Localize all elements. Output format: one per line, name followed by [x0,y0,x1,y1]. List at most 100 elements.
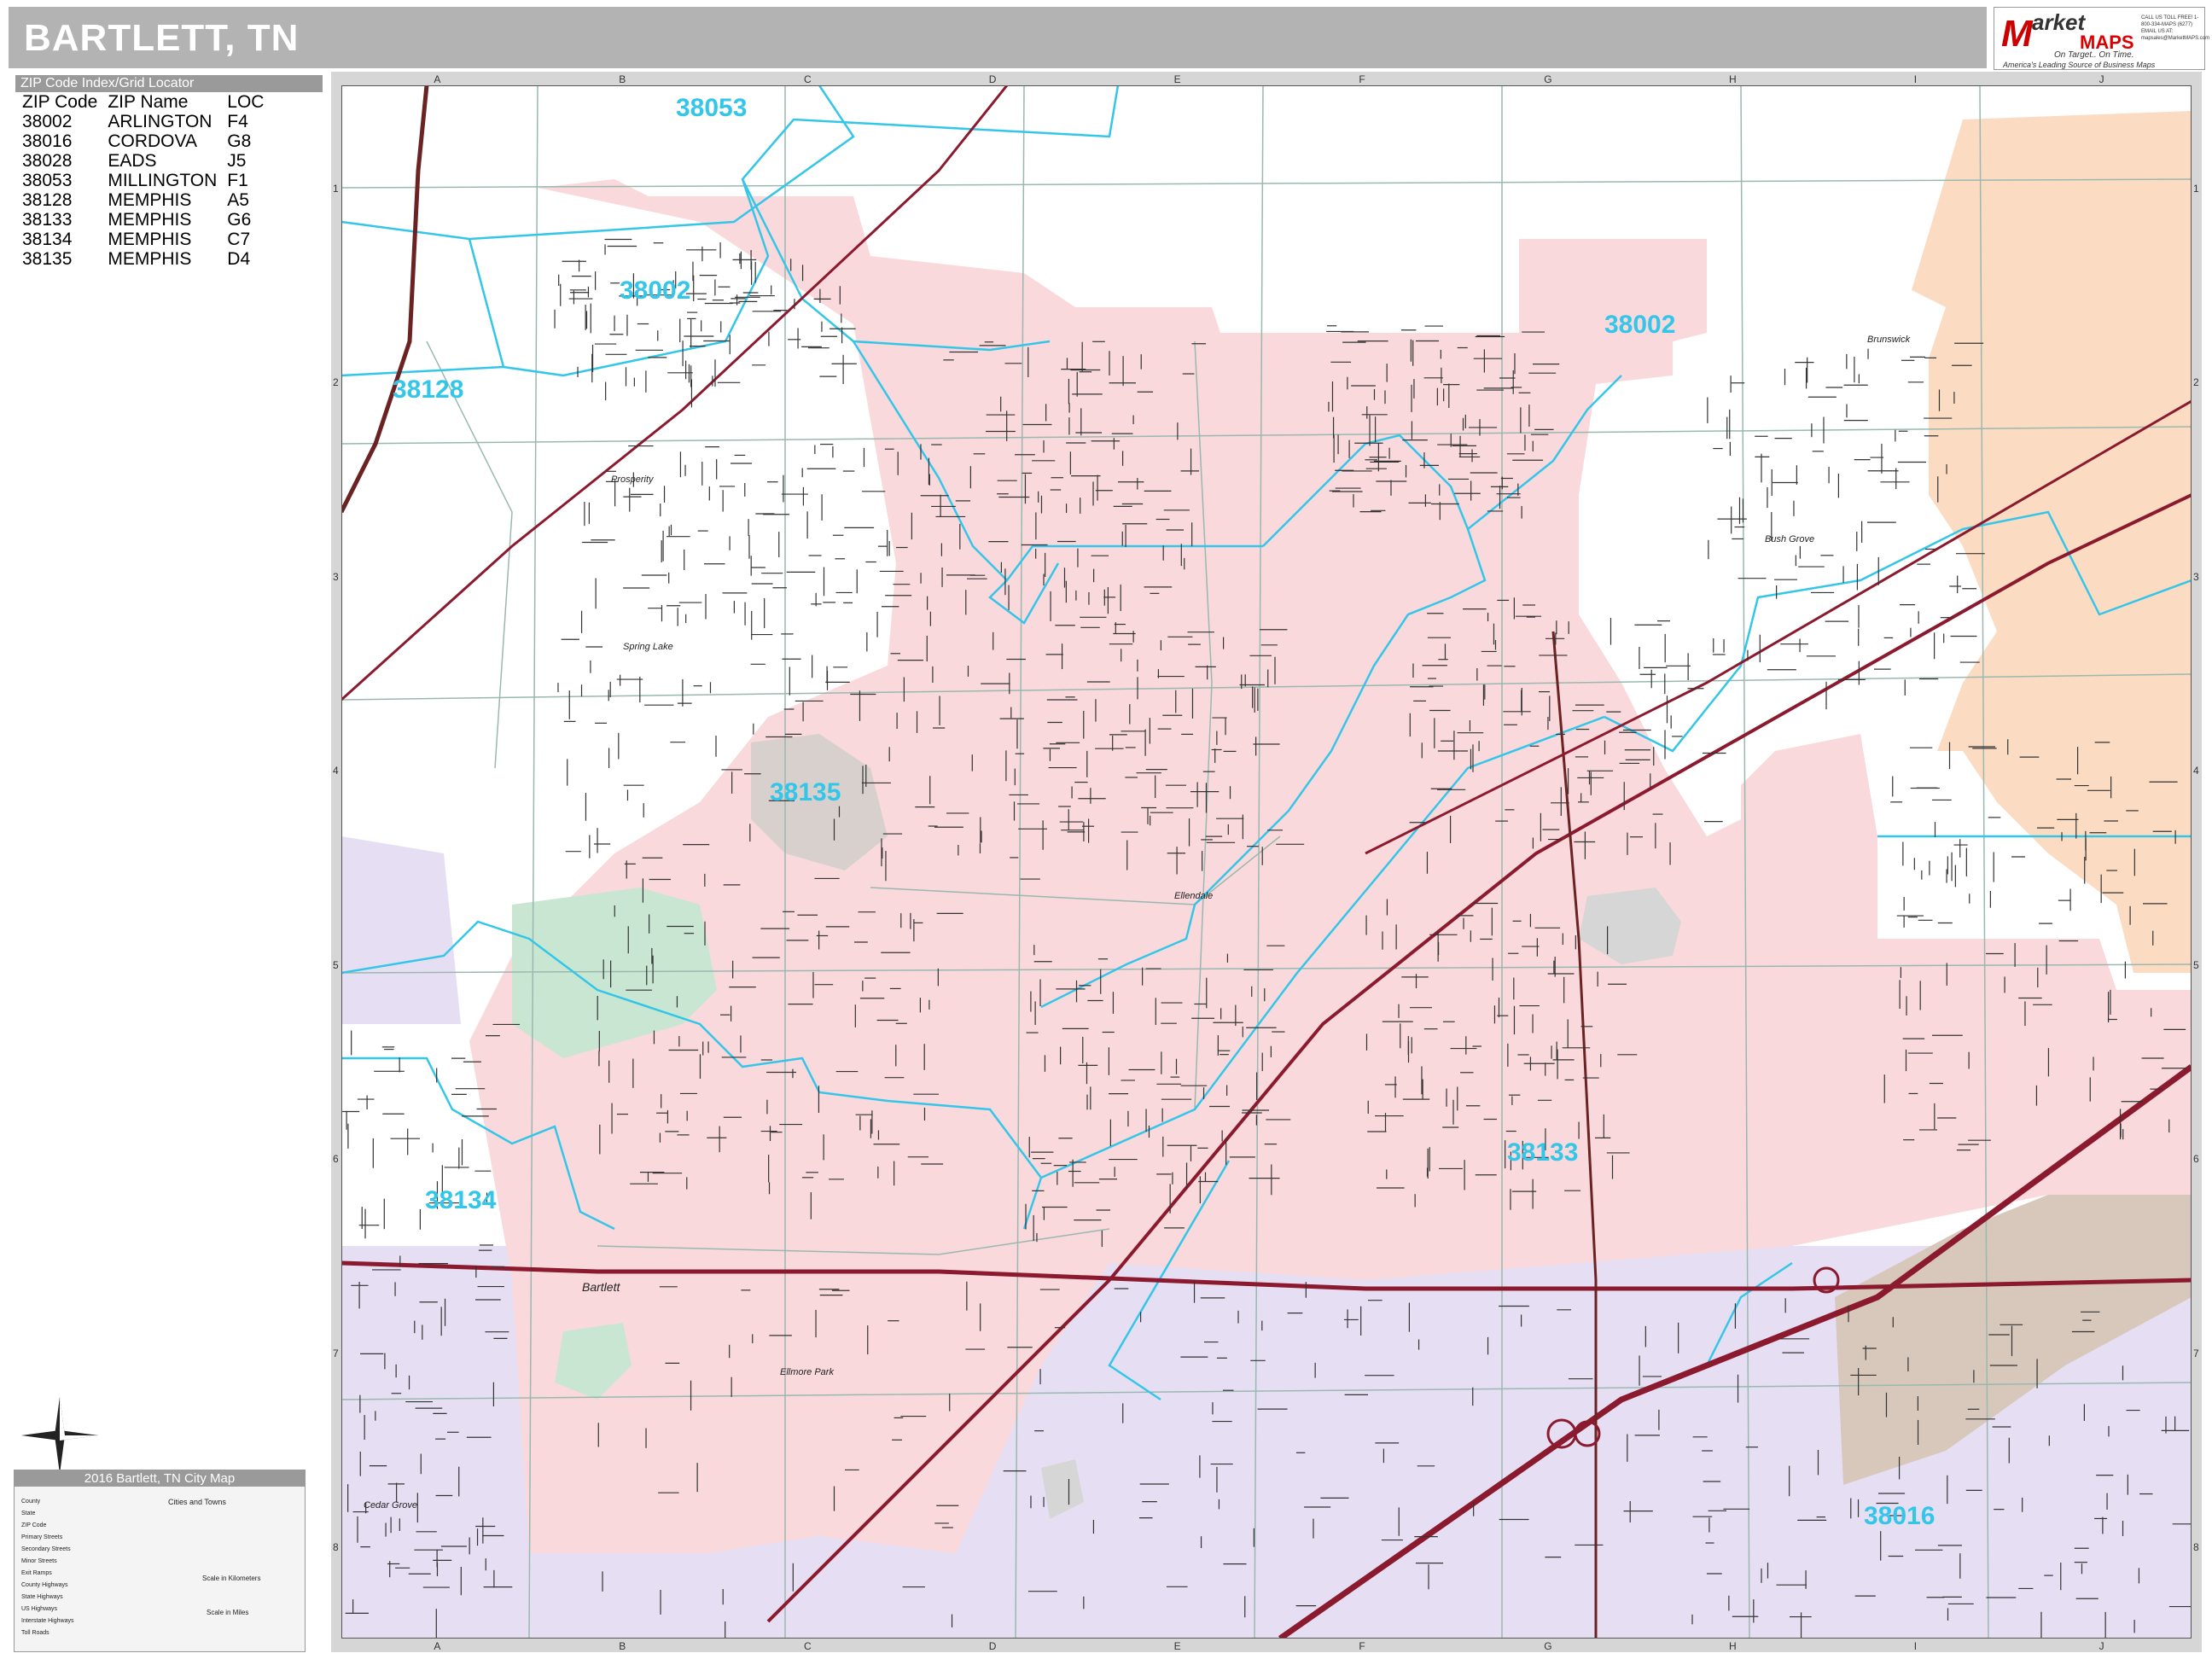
zip-name-cell: MEMPHIS [108,210,192,230]
grid-column-label-top: F [1359,73,1365,85]
grid-column-label-bottom: F [1359,1640,1365,1652]
grid-row-label-right: 5 [2193,958,2199,971]
zip-index-row: 38028 EADS J5 [22,151,274,171]
logo-m-glyph: M [2001,13,2033,55]
zip-label-38134: 38134 [425,1186,497,1214]
map-title: BARTLETT, TN [24,17,300,59]
grid-row-label-right: 8 [2193,1541,2199,1554]
zip-code-cell: 38002 [22,112,73,131]
legend-items: County State ZIP Code Primary Streets Second… [21,1496,73,1639]
loc-col-header: LOC [227,92,265,112]
grid-column-label-top: H [1729,73,1737,85]
grid-row-label-right: 3 [2193,570,2199,583]
zip-index-row: 38128 MEMPHIS A5 [22,190,274,210]
zip-label-38002-east: 38002 [1604,311,1676,339]
grid-column-label-top: B [619,73,626,85]
place-ellmore-park: Ellmore Park [780,1367,834,1377]
grid-column-label-bottom: B [619,1640,626,1652]
zip-col-header: ZIP Code [22,92,98,112]
grid-column-label-bottom: J [2098,1640,2104,1652]
grid-row-label-left: 7 [333,1347,339,1359]
legend-item: US Highways [21,1606,58,1612]
map-canvas [341,85,2192,1639]
zip-index-header: ZIP Code Index/Grid Locator [15,75,323,92]
legend-item: County [21,1499,41,1505]
grid-column-label-bottom: G [1544,1640,1552,1652]
zip-index-row: 38133 MEMPHIS G6 [22,210,274,230]
zip-code-cell: 38134 [22,230,73,249]
zip-index-row: 38016 CORDOVA G8 [22,131,274,151]
grid-column-label-top: A [434,73,441,85]
legend-item: Toll Roads [21,1630,49,1636]
grid-column-label-top: D [988,73,997,85]
grid-row-label-left: 6 [333,1153,339,1166]
grid-column-label-bottom: A [434,1640,441,1652]
grid-column-label-bottom: C [804,1640,812,1652]
grid-row-label-left: 3 [333,570,339,583]
grid-row-label-right: 6 [2193,1153,2199,1166]
zip-name-cell: EADS [108,151,157,171]
zip-name-cell: ARLINGTON [108,112,212,131]
zip-code-cell: 38016 [22,131,73,151]
logo-contact: CALL US TOLL FREE! 1-800-334-MAPS (6277)… [2141,15,2210,41]
legend-title: 2016 Bartlett, TN City Map [15,1470,305,1487]
place-ellendale: Ellendale [1174,891,1214,901]
grid-row-label-left: 2 [333,376,339,389]
grid-row-label-left: 8 [333,1541,339,1554]
zip-index-row: 38135 MEMPHIS D4 [22,249,274,269]
grid-row-label-right: 2 [2193,376,2199,389]
grid-column-label-top: G [1544,73,1552,85]
logo-tagline: On Target.. On Time. [2054,50,2134,60]
zip-name-col-header: ZIP Name [108,92,189,112]
zip-label-38133: 38133 [1507,1138,1579,1167]
grid-column-label-bottom: H [1729,1640,1737,1652]
grid-row-label-right: 7 [2193,1347,2199,1359]
legend-item: State [21,1511,36,1516]
logo-tagline-2: America's Leading Source of Business Map… [2003,61,2156,69]
grid-column-label-top: I [1913,73,1918,85]
loc-cell: C7 [227,230,251,249]
loc-cell: F1 [227,171,248,190]
compass-rose-icon [21,1397,98,1474]
loc-cell: G6 [227,210,252,230]
legend-item: County Highways [21,1582,68,1588]
logo-brand: arket [2032,9,2086,35]
loc-cell: F4 [227,112,248,131]
state-highway-204 [341,85,429,514]
zip-name-cell: MEMPHIS [108,249,192,269]
legend-item: Exit Ramps [21,1570,52,1576]
place-bush-grove: Bush Grove [1765,534,1815,544]
zip-index-row: 38134 MEMPHIS C7 [22,230,274,249]
zip-name-cell: MILLINGTON [108,171,218,190]
market-maps-logo: M arket MAPS On Target.. On Time. Americ… [1994,7,2210,70]
zip-code-cell: 38053 [22,171,73,190]
memphis-area [341,836,461,1024]
zip-index-row: 38053 MILLINGTON F1 [22,171,274,190]
legend-item: Minor Streets [21,1558,57,1564]
city-map[interactable]: 38053 38002 38128 38002 38135 38133 3813… [341,85,2192,1639]
grid-column-label-top: E [1173,73,1181,85]
loc-cell: G8 [227,131,252,151]
loc-cell: D4 [227,249,251,269]
place-bartlett: Bartlett [582,1280,620,1294]
zip-name-cell: MEMPHIS [108,230,192,249]
zip-code-cell: 38133 [22,210,73,230]
place-brunswick: Brunswick [1867,335,1911,345]
zip-label-38053: 38053 [676,94,748,122]
grid-column-label-bottom: D [988,1640,997,1652]
grid-row-label-left: 1 [333,182,339,195]
zip-code-cell: 38135 [22,249,73,269]
legend-cities-title: Cities and Towns [168,1498,226,1506]
legend-scale-km: Scale in Kilometers [202,1575,261,1582]
zip-index-table: ZIP Code ZIP Name LOC 38002 ARLINGTON F4 38… [22,92,274,269]
arlington-area [1912,111,2192,973]
loc-cell: J5 [227,151,247,171]
grid-column-label-top: C [804,73,812,85]
grid-row-label-right: 4 [2193,765,2199,777]
legend-item: Secondary Streets [21,1546,71,1552]
place-spring-lake: Spring Lake [623,642,673,652]
zip-code-cell: 38028 [22,151,73,171]
zip-label-38128: 38128 [393,375,464,404]
grid-row-label-right: 1 [2193,182,2199,195]
grid-row-label-left: 4 [333,765,339,777]
